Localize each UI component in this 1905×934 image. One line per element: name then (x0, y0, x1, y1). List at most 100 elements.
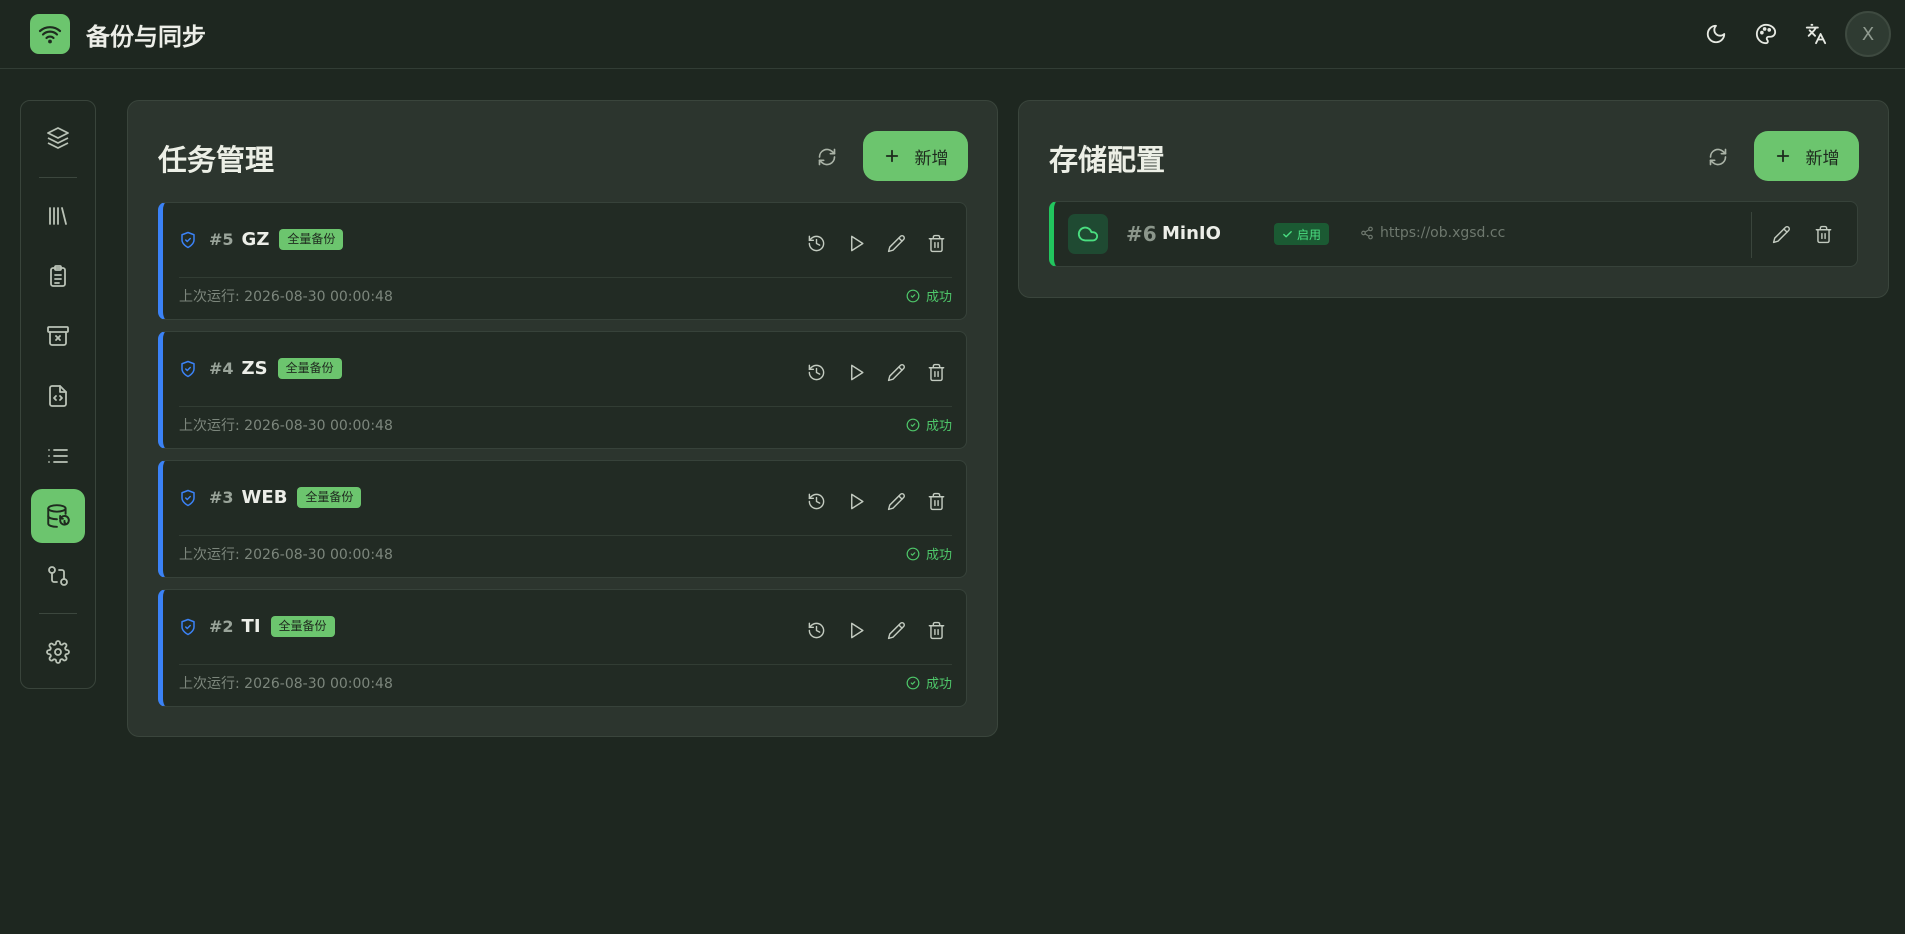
tasks-panel: 任务管理 新增 #5 GZ 全量备份 上次运行: 2026-08-30 00:0… (127, 100, 998, 737)
file-code-icon (49, 385, 67, 407)
task-run-button[interactable] (840, 485, 872, 517)
git-compare-icon (48, 566, 68, 586)
task-number: #5 (209, 230, 234, 249)
history-icon (808, 364, 824, 380)
storage-add-button[interactable]: 新增 (1754, 131, 1859, 181)
storage-refresh-button[interactable] (1700, 139, 1736, 175)
task-divider (179, 535, 952, 536)
plus-icon (1776, 149, 1789, 163)
shield-check-icon (179, 359, 199, 379)
pencil-icon (1772, 225, 1790, 243)
task-number: #2 (209, 617, 234, 636)
task-type-badge: 全量备份 (297, 487, 362, 508)
cloud-icon (1077, 226, 1099, 242)
pencil-icon (887, 621, 905, 639)
clipboard-icon (50, 265, 66, 287)
sidebar-item-clipboard[interactable] (31, 249, 85, 303)
sidebar-item-list[interactable] (31, 429, 85, 483)
shield-check-icon (179, 617, 199, 637)
task-edit-button[interactable] (880, 356, 912, 388)
history-icon (808, 493, 824, 509)
history-icon (808, 235, 824, 251)
task-history-button[interactable] (800, 614, 832, 646)
wifi-icon (38, 26, 62, 44)
pencil-icon (887, 234, 905, 252)
task-actions (800, 227, 952, 259)
task-status: 成功 (906, 673, 952, 692)
task-card[interactable]: #2 TI 全量备份 上次运行: 2026-08-30 00:00:48 成功 (158, 589, 967, 707)
storage-number: #6 (1126, 222, 1157, 246)
task-run-button[interactable] (840, 356, 872, 388)
play-icon (850, 235, 864, 251)
list-icon (48, 449, 68, 463)
history-icon (808, 622, 824, 638)
task-card[interactable]: #4 ZS 全量备份 上次运行: 2026-08-30 00:00:48 成功 (158, 331, 967, 449)
tasks-add-button[interactable]: 新增 (863, 131, 968, 181)
trash-icon (928, 363, 944, 381)
top-bar: 备份与同步 X (0, 0, 1905, 69)
task-name: ZS (241, 358, 268, 379)
task-status-label: 成功 (925, 548, 952, 563)
storage-type-badge (1068, 214, 1108, 254)
task-status: 成功 (906, 415, 952, 434)
task-type-badge: 全量备份 (279, 229, 344, 250)
task-header: #5 GZ 全量备份 (179, 229, 344, 250)
check-circle-icon (906, 418, 920, 431)
play-icon (850, 493, 864, 509)
sidebar-item-git-compare[interactable] (31, 549, 85, 603)
archive-x-icon (47, 326, 69, 346)
edit-storage-button[interactable] (1765, 218, 1797, 250)
library-icon (49, 207, 67, 225)
task-history-button[interactable] (800, 485, 832, 517)
sidebar-item-layers[interactable] (31, 111, 85, 165)
task-card[interactable]: #5 GZ 全量备份 上次运行: 2026-08-30 00:00:48 成功 (158, 202, 967, 320)
palette-button[interactable] (1741, 9, 1791, 59)
share-icon (1361, 226, 1373, 240)
task-delete-button[interactable] (920, 614, 952, 646)
task-actions (800, 614, 952, 646)
sidebar (20, 100, 96, 689)
task-last-run: 上次运行: 2026-08-30 00:00:48 (179, 676, 393, 692)
task-delete-button[interactable] (920, 485, 952, 517)
shield-check-icon (179, 488, 199, 508)
trash-icon (928, 621, 944, 639)
sidebar-item-library[interactable] (31, 189, 85, 243)
task-edit-button[interactable] (880, 227, 912, 259)
task-edit-button[interactable] (880, 614, 912, 646)
task-status-label: 成功 (925, 419, 952, 434)
storage-item[interactable]: #6 MinIO 启用 https://ob.xgsd.cc (1049, 201, 1858, 267)
tasks-refresh-button[interactable] (809, 139, 845, 175)
task-name: TI (241, 616, 261, 637)
task-card[interactable]: #3 WEB 全量备份 上次运行: 2026-08-30 00:00:48 成功 (158, 460, 967, 578)
app-title: 备份与同步 (86, 23, 206, 51)
user-avatar[interactable]: X (1845, 11, 1891, 57)
task-run-button[interactable] (840, 227, 872, 259)
task-delete-button[interactable] (920, 356, 952, 388)
task-header: #3 WEB 全量备份 (179, 487, 362, 508)
theme-toggle-button[interactable] (1691, 9, 1741, 59)
task-delete-button[interactable] (920, 227, 952, 259)
task-number: #4 (209, 359, 234, 378)
play-icon (850, 622, 864, 638)
play-icon (850, 364, 864, 380)
sidebar-item-file-code[interactable] (31, 369, 85, 423)
task-run-button[interactable] (840, 614, 872, 646)
enabled-badge-label: 启用 (1297, 227, 1322, 242)
task-edit-button[interactable] (880, 485, 912, 517)
task-type-badge: 全量备份 (270, 616, 335, 637)
sidebar-divider (39, 177, 77, 178)
enabled-badge: 启用 (1274, 223, 1330, 245)
task-last-run: 上次运行: 2026-08-30 00:00:48 (179, 547, 393, 563)
palette-icon (1755, 23, 1777, 45)
task-history-button[interactable] (800, 356, 832, 388)
sidebar-item-backup[interactable] (31, 489, 85, 543)
delete-storage-button[interactable] (1807, 218, 1839, 250)
shield-check-icon (179, 230, 199, 250)
sidebar-item-archive[interactable] (31, 309, 85, 363)
language-button[interactable] (1791, 9, 1841, 59)
settings-icon (46, 640, 70, 664)
sidebar-item-settings[interactable] (31, 625, 85, 679)
translate-icon (1805, 23, 1827, 45)
task-history-button[interactable] (800, 227, 832, 259)
trash-icon (928, 234, 944, 252)
